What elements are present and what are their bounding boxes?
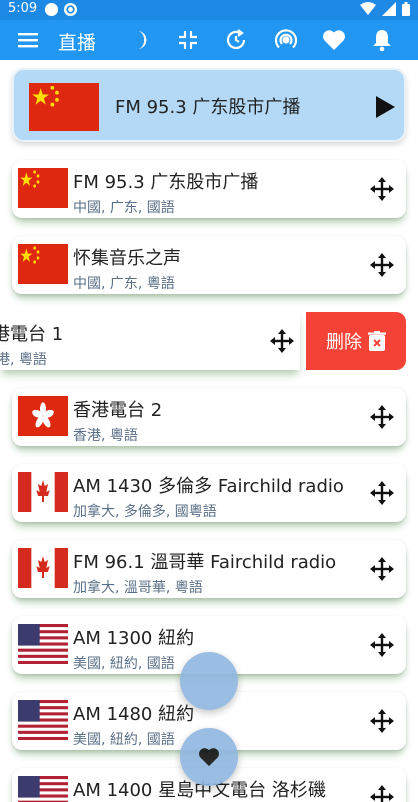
move-handle-icon[interactable] [270,329,294,353]
station-details: 中國, 广东, 粵語 [73,276,175,292]
china-flag-icon [18,168,68,208]
page-title: 直播 [58,32,97,54]
circle-notification-icon [44,2,59,17]
bell-icon[interactable] [368,26,396,54]
heart-icon[interactable] [320,26,348,54]
move-handle-icon[interactable] [370,481,394,505]
station-name: 港電台 1 [0,324,64,345]
station-details: 香港, 粵語 [73,428,138,444]
app-bar: 直播 [0,20,418,60]
status-notification-icons [44,2,78,17]
status-time: 5:09 [8,1,38,16]
at-notification-icon [63,2,78,17]
moon-icon[interactable] [126,26,154,54]
move-handle-icon[interactable] [370,253,394,277]
refresh-timer-icon[interactable] [222,26,250,54]
delete-label: 删除 [326,332,362,353]
hong-kong-flag-icon [18,396,68,436]
station-details: 美國, 紐約, 國語 [73,656,175,672]
play-icon[interactable] [374,95,396,119]
move-handle-icon[interactable] [370,177,394,201]
now-playing-bar[interactable]: FM 95.3 广东股市广播 [12,68,406,142]
swiped-card[interactable]: 港電台 1 港, 粵語 [0,312,300,370]
station-name: AM 1430 多倫多 Fairchild radio [73,476,344,497]
china-flag-icon [18,244,68,284]
canada-flag-icon [18,548,68,588]
station-name: AM 1300 紐約 [73,628,195,649]
station-name: FM 95.3 广东股市广播 [73,172,259,193]
move-handle-icon[interactable] [370,785,394,802]
station-details: 美國, 紐約, 國語 [73,732,175,748]
favorite-fab[interactable] [180,728,238,786]
station-name: AM 1480 紐約 [73,704,195,725]
signal-icon [382,2,396,16]
swiped-station-item[interactable]: 港電台 1 港, 粵語 删除 [0,312,418,370]
station-item[interactable]: 怀集音乐之声 中國, 广东, 粵語 [12,236,406,294]
delete-button[interactable]: 删除 [306,312,406,370]
collapse-icon[interactable] [174,26,202,54]
station-name: 香港電台 2 [73,400,163,421]
usa-flag-icon [18,776,68,802]
usa-flag-icon [18,624,68,664]
move-handle-icon[interactable] [370,405,394,429]
move-handle-icon[interactable] [370,557,394,581]
station-item[interactable]: FM 96.1 溫哥華 Fairchild radio 加拿大, 溫哥華, 粵語 [12,540,406,598]
station-item[interactable]: AM 1430 多倫多 Fairchild radio 加拿大, 多倫多, 國粵… [12,464,406,522]
station-details: 加拿大, 溫哥華, 粵語 [73,580,203,596]
usa-flag-icon [18,700,68,740]
move-handle-icon[interactable] [370,709,394,733]
status-bar: 5:09 [0,0,418,20]
station-item[interactable]: 香港電台 2 香港, 粵語 [12,388,406,446]
station-item[interactable]: FM 95.3 广东股市广播 中國, 广东, 國語 [12,160,406,218]
status-system-icons [360,2,410,16]
canada-flag-icon [18,472,68,512]
battery-icon [402,2,410,16]
station-details: 加拿大, 多倫多, 國粵語 [73,504,217,520]
now-playing-title: FM 95.3 广东股市广播 [115,97,301,118]
broadcast-icon[interactable] [272,26,300,54]
station-list: FM 95.3 广东股市广播 FM 95.3 广东股市广播 中國, 广东, 國語… [0,60,418,802]
move-handle-icon[interactable] [370,633,394,657]
floating-action-button[interactable] [180,652,238,710]
trash-icon [368,331,386,351]
station-name: 怀集音乐之声 [73,248,181,269]
station-details: 中國, 广东, 國語 [73,200,175,216]
menu-icon[interactable] [14,26,42,54]
china-flag-icon [29,83,99,131]
station-name: FM 96.1 溫哥華 Fairchild radio [73,552,337,573]
heart-icon [199,748,219,767]
station-details: 港, 粵語 [0,352,47,368]
wifi-icon [360,2,376,15]
